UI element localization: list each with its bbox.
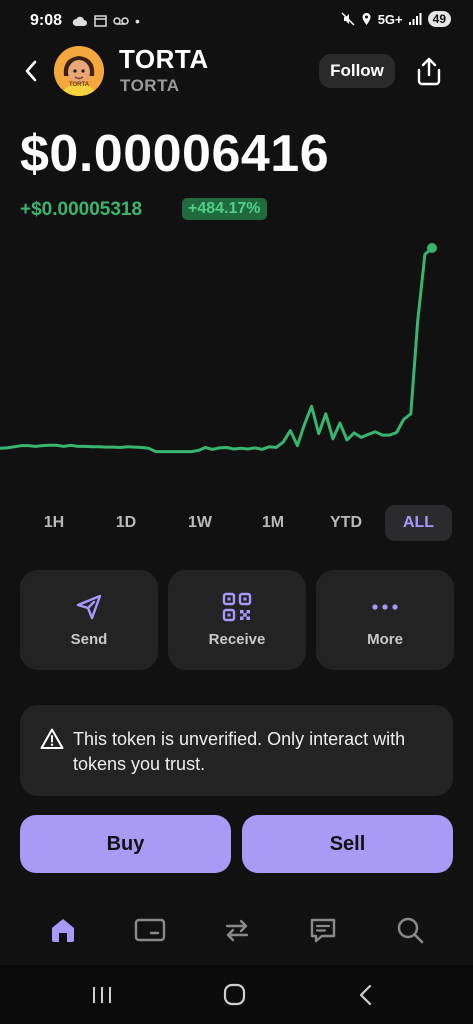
share-button[interactable] [410, 53, 448, 89]
cloud-icon [72, 16, 87, 26]
token-symbol: TORTA [120, 76, 180, 95]
calendar-icon [94, 15, 107, 27]
receive-label: Receive [208, 631, 266, 648]
tab-wallet[interactable] [132, 912, 168, 948]
back-button[interactable] [18, 56, 44, 86]
home-icon [52, 919, 74, 942]
status-time: 9:08 [30, 12, 63, 29]
chat-icon [310, 918, 336, 943]
mute-icon [341, 12, 355, 26]
search-icon [397, 917, 424, 944]
token-avatar: TORTA [54, 46, 104, 96]
follow-button[interactable]: Follow [319, 54, 395, 88]
chevron-left-icon [25, 60, 37, 82]
warning-text: This token is unverified. Only interact … [73, 729, 406, 774]
price-endpoint-dot [427, 243, 437, 253]
avatar-label: TORTA [68, 82, 90, 88]
price-chart[interactable] [0, 230, 473, 480]
wallet-card-icon [134, 918, 166, 942]
qr-code-icon [222, 592, 252, 622]
receive-button[interactable]: Receive [168, 570, 306, 670]
range-tab-1h[interactable]: 1H [28, 505, 80, 541]
bottom-tab-bar [0, 900, 473, 960]
token-logo-image [54, 46, 104, 96]
range-tab-all[interactable]: ALL [385, 505, 452, 541]
time-range-selector: 1H 1D 1W 1M YTD ALL [0, 505, 473, 541]
sell-button[interactable]: Sell [242, 815, 453, 873]
price-change: +$0.00005318 [20, 199, 143, 220]
status-notification-icons: • [72, 13, 140, 29]
send-icon [76, 594, 102, 620]
price-change-percent-badge: +484.17% [182, 198, 267, 220]
more-label: More [367, 631, 403, 648]
back-nav-icon[interactable] [356, 983, 376, 1007]
swap-icon [225, 919, 249, 942]
tab-home[interactable] [45, 912, 81, 948]
share-icon [417, 57, 441, 86]
tab-messages[interactable] [305, 912, 341, 948]
status-right-icons: 5G+ 49 [341, 11, 451, 27]
price-line [0, 246, 434, 454]
range-tab-1w[interactable]: 1W [174, 505, 226, 541]
voicemail-icon [113, 17, 129, 25]
send-label: Send [70, 631, 108, 648]
tab-search[interactable] [392, 912, 428, 948]
recent-apps-icon[interactable] [90, 984, 114, 1006]
range-tab-1d[interactable]: 1D [100, 505, 152, 541]
more-dots-icon [372, 604, 398, 610]
location-icon [362, 13, 371, 25]
range-tab-1m[interactable]: 1M [247, 505, 299, 541]
send-button[interactable]: Send [20, 570, 158, 670]
dot-icon: • [135, 13, 140, 29]
network-label: 5G+ [377, 11, 403, 27]
token-name: TORTA [119, 44, 209, 74]
range-tab-ytd[interactable]: YTD [316, 505, 376, 541]
unverified-token-warning: This token is unverified. Only interact … [20, 705, 453, 796]
more-button[interactable]: More [316, 570, 454, 670]
tab-swap[interactable] [219, 912, 255, 948]
home-nav-icon[interactable] [222, 983, 248, 1007]
signal-icon [408, 13, 422, 25]
buy-button[interactable]: Buy [20, 815, 231, 873]
system-navigation-bar [0, 965, 473, 1024]
token-price: $0.00006416 [20, 125, 330, 183]
battery-indicator: 49 [427, 11, 451, 27]
warning-icon [40, 728, 64, 749]
